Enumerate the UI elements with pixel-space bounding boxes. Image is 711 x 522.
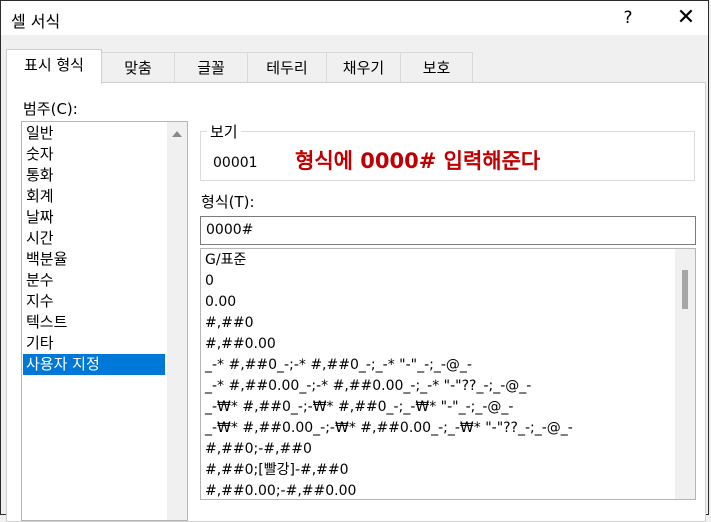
category-item[interactable]: 시간	[23, 228, 165, 249]
format-input[interactable]: 0000#	[200, 216, 696, 245]
category-item[interactable]: 날짜	[23, 207, 165, 228]
format-label: 형식(T):	[201, 193, 255, 211]
category-item-selected[interactable]: 사용자 지정	[23, 354, 165, 375]
help-button[interactable]: ?	[616, 7, 640, 29]
scrollbar-thumb[interactable]	[682, 270, 688, 309]
format-list-item[interactable]: #,##0.00;-#,##0.00	[205, 481, 356, 499]
format-scrollbar[interactable]	[675, 249, 695, 499]
category-item[interactable]: 숫자	[23, 144, 165, 165]
scroll-up-arrow-icon[interactable]	[172, 131, 182, 137]
category-scrollbar[interactable]	[167, 122, 187, 520]
category-item[interactable]: 텍스트	[23, 312, 165, 333]
format-list-item[interactable]: _-* #,##0_-;-* #,##0_-;_-* "-"_-;_-@_-	[205, 355, 472, 376]
format-list[interactable]: G/표준 0 0.00 #,##0 #,##0.00 _-* #,##0_-;-…	[200, 248, 696, 500]
category-item[interactable]: 통화	[23, 165, 165, 186]
format-list-item[interactable]: #,##0;[빨강]-#,##0	[205, 460, 349, 481]
tab-protection[interactable]: 보호	[400, 52, 473, 82]
category-label: 범주(C):	[23, 100, 78, 118]
format-list-item[interactable]: G/표준	[205, 250, 246, 271]
annotation-text: 형식에 0000# 입력해준다	[295, 149, 541, 173]
tab-alignment[interactable]: 맞춤	[101, 52, 175, 82]
format-list-item[interactable]: _-₩* #,##0.00_-;-₩* #,##0.00_-;_-₩* "-"?…	[205, 418, 573, 439]
tab-fill[interactable]: 채우기	[326, 52, 401, 82]
preview-label: 보기	[207, 121, 241, 142]
tab-strip: 표시 형식 맞춤 글꼴 테두리 채우기 보호	[6, 49, 706, 84]
category-item[interactable]: 회계	[23, 186, 165, 207]
category-item[interactable]: 지수	[23, 291, 165, 312]
tab-font[interactable]: 글꼴	[174, 52, 248, 82]
tab-border[interactable]: 테두리	[247, 52, 327, 82]
format-list-item[interactable]: 0.00	[205, 292, 236, 313]
category-item[interactable]: 기타	[23, 333, 165, 354]
format-list-item[interactable]: #,##0;-#,##0	[205, 439, 312, 460]
tab-number-format[interactable]: 표시 형식	[6, 49, 102, 84]
format-list-item[interactable]: 0	[205, 271, 214, 292]
dialog-title: 셀 서식	[11, 12, 61, 31]
format-list-item[interactable]: _-₩* #,##0_-;-₩* #,##0_-;_-₩* "-"_-;_-@_…	[205, 397, 513, 418]
category-list[interactable]: 일반 숫자 통화 회계 날짜 시간 백분율 분수 지수 텍스트 기타 사용자 지…	[21, 121, 188, 521]
category-item[interactable]: 백분율	[23, 249, 165, 270]
format-list-item[interactable]: #,##0.00	[205, 334, 276, 355]
format-list-item[interactable]: _-* #,##0.00_-;-* #,##0.00_-;_-* "-"??_-…	[205, 376, 531, 397]
close-button[interactable]: ✕	[671, 5, 701, 31]
category-item[interactable]: 분수	[23, 270, 165, 291]
category-item[interactable]: 일반	[23, 123, 165, 144]
format-list-item[interactable]: #,##0	[205, 313, 254, 334]
title-bar: 셀 서식 ? ✕	[1, 1, 708, 35]
preview-value: 00001	[213, 155, 258, 171]
